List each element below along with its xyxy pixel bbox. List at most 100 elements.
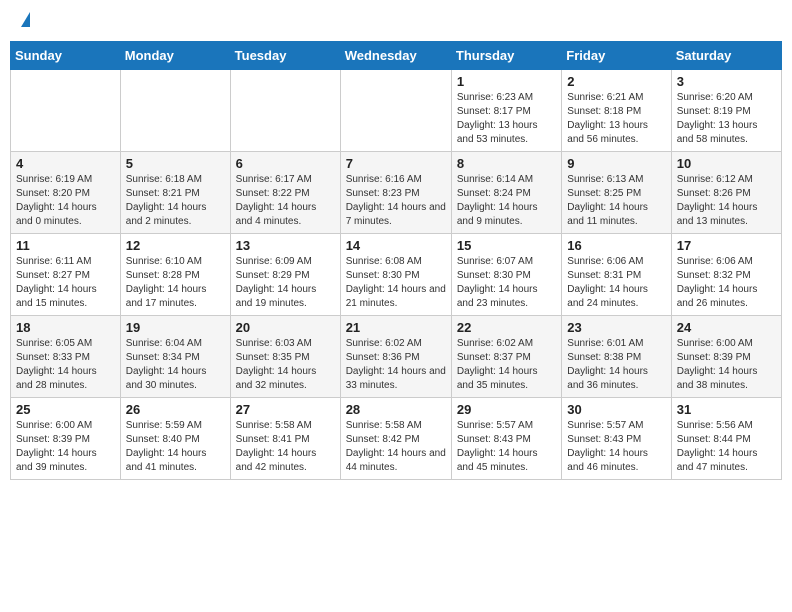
calendar-cell: 12 Sunrise: 6:10 AM Sunset: 8:28 PM Dayli… [120, 234, 230, 316]
day-number: 6 [236, 156, 335, 171]
day-info: Sunrise: 6:10 AM Sunset: 8:28 PM Dayligh… [126, 255, 225, 311]
day-of-week-header: Saturday [671, 42, 781, 70]
day-info: Sunrise: 6:21 AM Sunset: 8:18 PM Dayligh… [567, 91, 665, 147]
calendar-cell [340, 70, 451, 152]
day-number: 7 [346, 156, 446, 171]
day-info: Sunrise: 6:06 AM Sunset: 8:32 PM Dayligh… [677, 255, 776, 311]
calendar-cell: 15Sunrise: 6:07 AM Sunset: 8:30 PM Dayli… [451, 234, 561, 316]
calendar-cell: 22 Sunrise: 6:02 AM Sunset: 8:37 PM Dayli… [451, 316, 561, 398]
day-info: Sunrise: 6:20 AM Sunset: 8:19 PM Dayligh… [677, 91, 776, 147]
calendar-cell: 30Sunrise: 5:57 AM Sunset: 8:43 PM Dayli… [562, 398, 671, 480]
day-number: 5 [126, 156, 225, 171]
day-number: 15 [457, 238, 556, 253]
day-info: Sunrise: 5:58 AM Sunset: 8:41 PM Dayligh… [236, 419, 335, 475]
day-number: 28 [346, 402, 446, 417]
day-info: Sunrise: 6:02 AM Sunset: 8:36 PM Dayligh… [346, 337, 446, 393]
day-number: 1 [457, 74, 556, 89]
day-info: Sunrise: 6:09 AM Sunset: 8:29 PM Dayligh… [236, 255, 335, 311]
calendar-cell: 26 Sunrise: 5:59 AM Sunset: 8:40 PM Dayli… [120, 398, 230, 480]
day-info: Sunrise: 6:18 AM Sunset: 8:21 PM Dayligh… [126, 173, 225, 229]
logo [20, 15, 30, 26]
day-info: Sunrise: 6:06 AM Sunset: 8:31 PM Dayligh… [567, 255, 665, 311]
day-info: Sunrise: 6:04 AM Sunset: 8:34 PM Dayligh… [126, 337, 225, 393]
calendar-cell: 17 Sunrise: 6:06 AM Sunset: 8:32 PM Dayli… [671, 234, 781, 316]
day-number: 10 [677, 156, 776, 171]
day-info: Sunrise: 6:12 AM Sunset: 8:26 PM Dayligh… [677, 173, 776, 229]
day-info: Sunrise: 6:17 AM Sunset: 8:22 PM Dayligh… [236, 173, 335, 229]
day-number: 18 [16, 320, 115, 335]
logo-triangle-icon [21, 12, 30, 27]
calendar-week-row: 18 Sunrise: 6:05 AM Sunset: 8:33 PM Dayli… [11, 316, 782, 398]
day-info: Sunrise: 6:00 AM Sunset: 8:39 PM Dayligh… [16, 419, 115, 475]
day-number: 30 [567, 402, 665, 417]
day-number: 8 [457, 156, 556, 171]
day-number: 3 [677, 74, 776, 89]
day-number: 14 [346, 238, 446, 253]
day-info: Sunrise: 6:01 AM Sunset: 8:38 PM Dayligh… [567, 337, 665, 393]
calendar-cell: 31Sunrise: 5:56 AM Sunset: 8:44 PM Dayli… [671, 398, 781, 480]
day-info: Sunrise: 6:05 AM Sunset: 8:33 PM Dayligh… [16, 337, 115, 393]
day-number: 21 [346, 320, 446, 335]
calendar-cell [120, 70, 230, 152]
day-info: Sunrise: 6:00 AM Sunset: 8:39 PM Dayligh… [677, 337, 776, 393]
page-header [10, 10, 782, 31]
day-number: 9 [567, 156, 665, 171]
calendar-cell: 4Sunrise: 6:19 AM Sunset: 8:20 PM Daylig… [11, 152, 121, 234]
calendar-week-row: 11 Sunrise: 6:11 AM Sunset: 8:27 PM Dayli… [11, 234, 782, 316]
day-info: Sunrise: 6:03 AM Sunset: 8:35 PM Dayligh… [236, 337, 335, 393]
calendar-cell: 7 Sunrise: 6:16 AM Sunset: 8:23 PM Daylig… [340, 152, 451, 234]
day-info: Sunrise: 6:11 AM Sunset: 8:27 PM Dayligh… [16, 255, 115, 311]
calendar-week-row: 25 Sunrise: 6:00 AM Sunset: 8:39 PM Dayli… [11, 398, 782, 480]
day-number: 29 [457, 402, 556, 417]
calendar-cell: 16 Sunrise: 6:06 AM Sunset: 8:31 PM Dayli… [562, 234, 671, 316]
day-number: 13 [236, 238, 335, 253]
day-of-week-header: Monday [120, 42, 230, 70]
calendar-cell: 21 Sunrise: 6:02 AM Sunset: 8:36 PM Dayli… [340, 316, 451, 398]
calendar-cell: 29 Sunrise: 5:57 AM Sunset: 8:43 PM Dayli… [451, 398, 561, 480]
calendar-header-row: SundayMondayTuesdayWednesdayThursdayFrid… [11, 42, 782, 70]
day-number: 27 [236, 402, 335, 417]
day-of-week-header: Tuesday [230, 42, 340, 70]
calendar-cell: 10 Sunrise: 6:12 AM Sunset: 8:26 PM Dayli… [671, 152, 781, 234]
day-info: Sunrise: 5:57 AM Sunset: 8:43 PM Dayligh… [457, 419, 556, 475]
calendar-cell: 5 Sunrise: 6:18 AM Sunset: 8:21 PM Daylig… [120, 152, 230, 234]
day-number: 24 [677, 320, 776, 335]
calendar-cell: 14 Sunrise: 6:08 AM Sunset: 8:30 PM Dayli… [340, 234, 451, 316]
day-number: 26 [126, 402, 225, 417]
day-of-week-header: Thursday [451, 42, 561, 70]
day-info: Sunrise: 6:23 AM Sunset: 8:17 PM Dayligh… [457, 91, 556, 147]
calendar-cell: 19 Sunrise: 6:04 AM Sunset: 8:34 PM Dayli… [120, 316, 230, 398]
calendar-cell: 18 Sunrise: 6:05 AM Sunset: 8:33 PM Dayli… [11, 316, 121, 398]
calendar-cell: 6 Sunrise: 6:17 AM Sunset: 8:22 PM Daylig… [230, 152, 340, 234]
calendar-cell: 20 Sunrise: 6:03 AM Sunset: 8:35 PM Dayli… [230, 316, 340, 398]
day-info: Sunrise: 6:14 AM Sunset: 8:24 PM Dayligh… [457, 173, 556, 229]
calendar-cell [11, 70, 121, 152]
day-number: 2 [567, 74, 665, 89]
day-number: 12 [126, 238, 225, 253]
day-number: 19 [126, 320, 225, 335]
calendar-cell: 24 Sunrise: 6:00 AM Sunset: 8:39 PM Dayli… [671, 316, 781, 398]
calendar-cell: 28 Sunrise: 5:58 AM Sunset: 8:42 PM Dayli… [340, 398, 451, 480]
calendar-cell: 11 Sunrise: 6:11 AM Sunset: 8:27 PM Dayli… [11, 234, 121, 316]
calendar-cell [230, 70, 340, 152]
day-info: Sunrise: 5:59 AM Sunset: 8:40 PM Dayligh… [126, 419, 225, 475]
day-info: Sunrise: 5:56 AM Sunset: 8:44 PM Dayligh… [677, 419, 776, 475]
calendar-cell: 1 Sunrise: 6:23 AM Sunset: 8:17 PM Daylig… [451, 70, 561, 152]
calendar-week-row: 4Sunrise: 6:19 AM Sunset: 8:20 PM Daylig… [11, 152, 782, 234]
day-number: 17 [677, 238, 776, 253]
calendar-cell: 3 Sunrise: 6:20 AM Sunset: 8:19 PM Daylig… [671, 70, 781, 152]
day-number: 25 [16, 402, 115, 417]
day-info: Sunrise: 6:16 AM Sunset: 8:23 PM Dayligh… [346, 173, 446, 229]
day-number: 11 [16, 238, 115, 253]
day-number: 4 [16, 156, 115, 171]
day-info: Sunrise: 5:58 AM Sunset: 8:42 PM Dayligh… [346, 419, 446, 475]
day-of-week-header: Sunday [11, 42, 121, 70]
day-number: 22 [457, 320, 556, 335]
day-info: Sunrise: 6:08 AM Sunset: 8:30 PM Dayligh… [346, 255, 446, 311]
day-number: 23 [567, 320, 665, 335]
day-number: 16 [567, 238, 665, 253]
day-number: 20 [236, 320, 335, 335]
calendar-cell: 2 Sunrise: 6:21 AM Sunset: 8:18 PM Daylig… [562, 70, 671, 152]
day-info: Sunrise: 6:02 AM Sunset: 8:37 PM Dayligh… [457, 337, 556, 393]
calendar-week-row: 1 Sunrise: 6:23 AM Sunset: 8:17 PM Daylig… [11, 70, 782, 152]
